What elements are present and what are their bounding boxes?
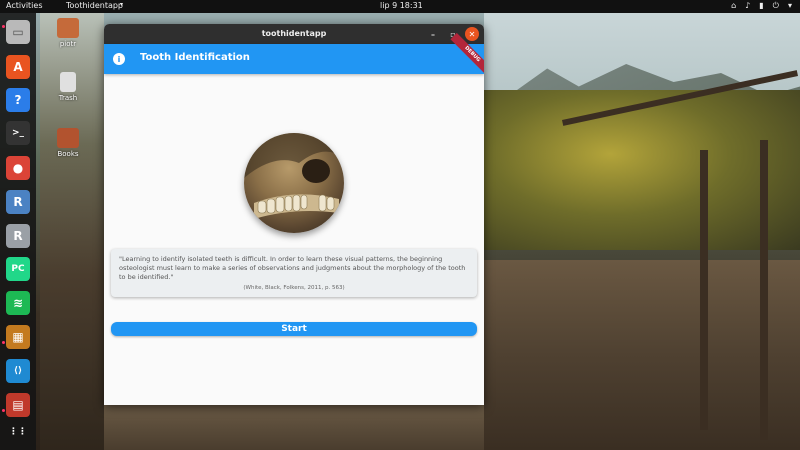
wallpaper-post bbox=[700, 150, 708, 430]
info-icon[interactable]: i bbox=[113, 53, 125, 65]
minimize-icon[interactable]: – bbox=[426, 27, 440, 41]
desktop-item-label: Books bbox=[57, 150, 79, 158]
chrome-icon[interactable]: ● bbox=[6, 156, 30, 180]
wallpaper-post bbox=[760, 140, 768, 440]
app-content: "Learning to identify isolated teeth is … bbox=[104, 74, 484, 405]
desktop-item-label: piotr bbox=[59, 40, 77, 48]
wallpaper-bridge-bottom bbox=[104, 405, 484, 450]
trash-icon bbox=[60, 72, 76, 92]
top-bar: Activities Toothidentapp ▾ lip 9 18:31 ⌂… bbox=[0, 0, 800, 13]
dock: ▭ A? >_ ● R R PC ≋ ▦ ⟨⟩ ▤ ⋮⋮ bbox=[0, 13, 36, 450]
vscode-icon[interactable]: ⟨⟩ bbox=[6, 359, 30, 383]
app-bar: i Tooth Identification DEBUG bbox=[104, 32, 484, 77]
help-icon[interactable]: ? bbox=[6, 88, 30, 112]
window-titlebar[interactable]: toothidentapp – ▫ ✕ bbox=[104, 24, 484, 44]
app-grid-icon[interactable]: ⋮⋮ bbox=[6, 420, 30, 444]
battery-icon: ▮ bbox=[759, 1, 764, 10]
wallpaper-bridge-deck bbox=[484, 260, 800, 450]
start-button[interactable]: Start bbox=[111, 322, 477, 336]
running-indicator bbox=[2, 341, 5, 344]
quote-card: "Learning to identify isolated teeth is … bbox=[111, 249, 477, 297]
app-menu[interactable]: Toothidentapp bbox=[66, 1, 123, 10]
files-icon[interactable]: ▭ bbox=[6, 20, 30, 44]
system-tray[interactable]: ⌂ ♪ ▮ ⏻ ▾ bbox=[731, 1, 792, 11]
volume-icon: ♪ bbox=[745, 1, 751, 10]
running-indicator bbox=[2, 25, 5, 28]
folder-icon bbox=[57, 128, 79, 148]
radio-icon[interactable]: ▦ bbox=[6, 325, 30, 349]
page-title: Tooth Identification bbox=[140, 52, 250, 63]
skull-image bbox=[244, 133, 344, 233]
wallpaper-trees bbox=[484, 90, 800, 250]
document-viewer-icon[interactable]: ▤ bbox=[6, 393, 30, 417]
home-folder-icon bbox=[57, 18, 79, 38]
desktop-item-books[interactable]: Books bbox=[48, 128, 88, 158]
desktop-item-trash[interactable]: Trash bbox=[48, 72, 88, 102]
activities-button[interactable]: Activities bbox=[6, 1, 43, 10]
chevron-down-icon: ▾ bbox=[787, 1, 792, 10]
network-icon: ⌂ bbox=[731, 1, 737, 10]
software-store-icon[interactable]: A bbox=[6, 55, 30, 79]
r-icon[interactable]: R bbox=[6, 190, 30, 214]
desktop-item-piotr[interactable]: piotr bbox=[48, 18, 88, 48]
app-window: toothidentapp – ▫ ✕ i Tooth Identificati… bbox=[104, 24, 484, 405]
clock[interactable]: lip 9 18:31 bbox=[380, 1, 423, 10]
close-icon[interactable]: ✕ bbox=[465, 27, 479, 41]
chevron-down-icon: ▾ bbox=[120, 1, 124, 8]
quote-citation: (White, Black, Folkens, 2011, p. 563) bbox=[243, 285, 345, 291]
terminal-icon[interactable]: >_ bbox=[6, 121, 30, 145]
desktop-item-label: Trash bbox=[58, 94, 78, 102]
quote-text: "Learning to identify isolated teeth is … bbox=[119, 255, 466, 281]
spotify-icon[interactable]: ≋ bbox=[6, 291, 30, 315]
pycharm-icon[interactable]: PC bbox=[6, 257, 30, 281]
rstudio-icon[interactable]: R bbox=[6, 224, 30, 248]
power-icon: ⏻ bbox=[772, 1, 779, 10]
running-indicator bbox=[2, 409, 5, 412]
